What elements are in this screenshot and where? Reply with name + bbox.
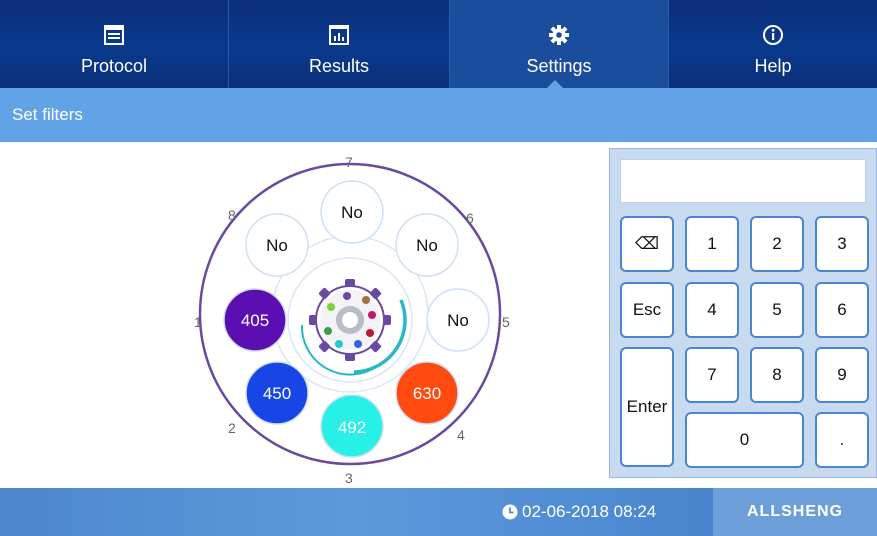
position-number: 7	[345, 154, 353, 170]
filter-slot-label: 630	[413, 384, 441, 403]
filter-slot-label: No	[447, 311, 469, 330]
filter-slot-label: 450	[263, 384, 291, 403]
key-1[interactable]: 1	[685, 216, 739, 272]
backspace-key[interactable]: ⌫	[620, 216, 674, 272]
tab-protocol-label: Protocol	[80, 56, 148, 76]
tab-settings-label: Settings	[526, 56, 592, 76]
brand-logo: ALLSHENG	[747, 503, 843, 520]
key-3[interactable]: 3	[815, 216, 869, 272]
key-2[interactable]: 2	[750, 216, 804, 272]
filter-slot-7[interactable]: No	[320, 180, 384, 244]
filter-slot-label: No	[341, 203, 363, 222]
filter-slot-1[interactable]: 405	[223, 288, 287, 352]
key-8[interactable]: 8	[750, 347, 804, 403]
filter-slot-3[interactable]: 492	[320, 394, 384, 458]
results-chart-icon	[329, 25, 349, 45]
filter-slot-label: No	[416, 236, 438, 255]
protocol-window-icon	[104, 25, 124, 45]
top-navigation: Protocol Results Settings Help	[0, 0, 877, 88]
tab-results-label: Results	[308, 56, 370, 76]
key-5[interactable]: 5	[750, 282, 804, 338]
backspace-icon: ⌫	[634, 234, 660, 253]
esc-key[interactable]: Esc	[620, 282, 674, 338]
page-title: Set filters	[12, 105, 83, 124]
position-number: 6	[466, 210, 474, 226]
key-4[interactable]: 4	[685, 282, 739, 338]
filter-slot-4[interactable]: 630	[395, 361, 459, 425]
filter-slot-5[interactable]: No	[426, 288, 490, 352]
clock-icon	[502, 504, 518, 520]
filter-slot-label: No	[266, 236, 288, 255]
gear-icon	[549, 25, 569, 45]
filter-wheel: 1 2 3 4 5 6 7 8 405 450 492 630 No No No…	[194, 154, 510, 486]
key-9[interactable]: 9	[815, 347, 869, 403]
position-number: 5	[502, 314, 510, 330]
tab-settings[interactable]: Settings	[450, 0, 668, 88]
filter-slot-label: 492	[338, 418, 366, 437]
filter-slot-8[interactable]: No	[245, 213, 309, 277]
filter-slot-6[interactable]: No	[395, 213, 459, 277]
datetime-display: 02-06-2018 08:24	[522, 502, 657, 521]
enter-key[interactable]: Enter	[620, 347, 674, 467]
info-icon	[763, 25, 783, 45]
position-number: 1	[194, 314, 202, 330]
tab-help[interactable]: Help	[669, 0, 877, 88]
position-number: 8	[228, 207, 236, 223]
decimal-point-key[interactable]: .	[815, 412, 869, 468]
numeric-keypad: ⌫ 1 2 3 Esc 4 5 6 Enter 7 8 9 0 .	[609, 148, 877, 478]
key-6[interactable]: 6	[815, 282, 869, 338]
tab-protocol[interactable]: Protocol	[0, 0, 228, 88]
filter-slot-2[interactable]: 450	[245, 361, 309, 425]
status-bar: 02-06-2018 08:24 ALLSHENG	[0, 488, 877, 536]
section-header: Set filters	[0, 88, 877, 142]
key-7[interactable]: 7	[685, 347, 739, 403]
center-gear-icon	[287, 257, 413, 383]
filter-slot-label: 405	[241, 311, 269, 330]
keypad-display[interactable]	[620, 159, 866, 203]
position-number: 3	[345, 470, 353, 486]
position-number: 2	[228, 420, 236, 436]
active-tab-indicator	[547, 80, 563, 88]
tab-help-label: Help	[754, 56, 792, 76]
key-0[interactable]: 0	[685, 412, 804, 468]
position-number: 4	[457, 427, 465, 443]
tab-results[interactable]: Results	[229, 0, 449, 88]
